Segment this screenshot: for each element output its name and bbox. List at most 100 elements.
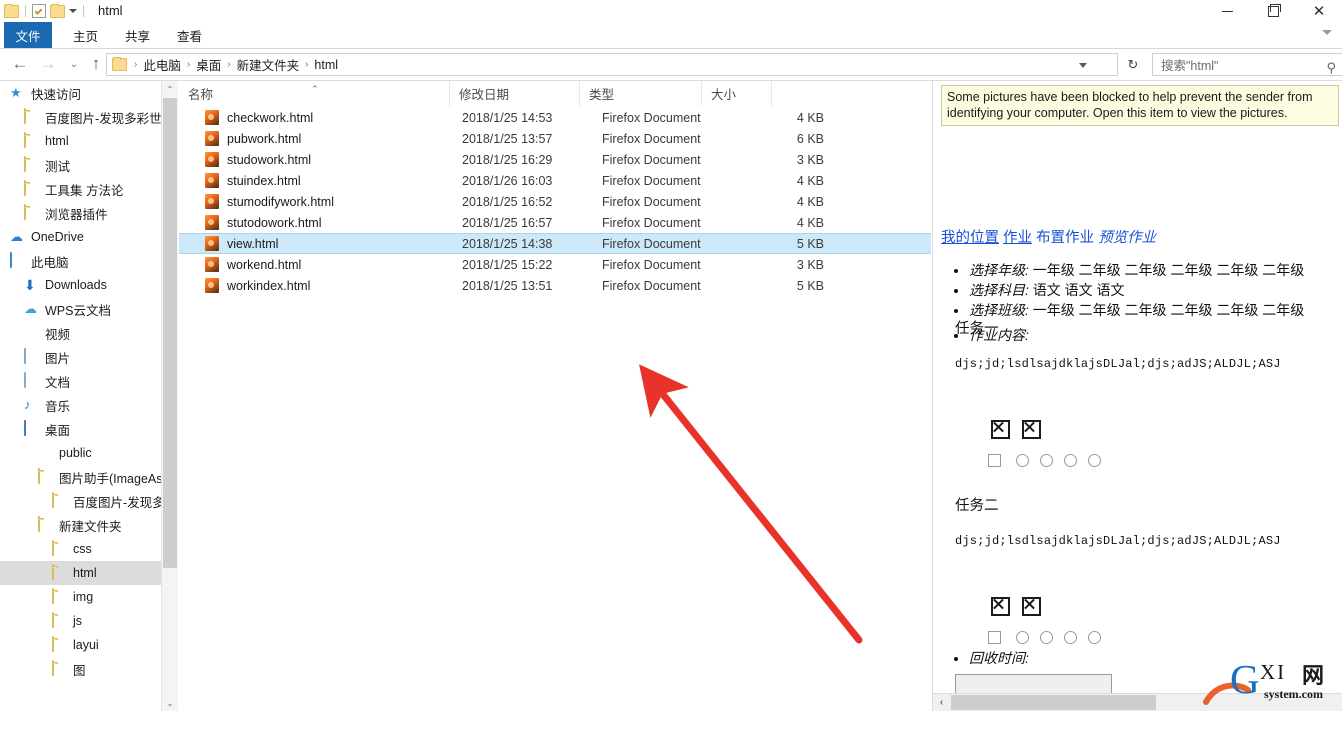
folder-icon	[24, 132, 40, 149]
file-name-cell: workend.html	[227, 257, 302, 272]
nav-item-label: js	[73, 614, 83, 628]
scroll-down-button[interactable]: ⌄	[162, 695, 178, 711]
nav-item-public[interactable]: public	[0, 441, 178, 465]
up-button[interactable]: ↑	[84, 52, 108, 76]
broken-image-icon[interactable]	[1022, 420, 1041, 439]
breadcrumb-item-newfolder[interactable]: 新建文件夹	[234, 55, 303, 74]
radio-task-one-1[interactable]	[1016, 454, 1029, 467]
divider	[83, 5, 84, 17]
column-header-date[interactable]: 修改日期	[449, 81, 579, 106]
nav-item--[interactable]: 此电脑	[0, 249, 178, 273]
nav-item--[interactable]: 测试	[0, 153, 178, 177]
nav-item--[interactable]: 浏览器插件	[0, 201, 178, 225]
radio-task-two-1[interactable]	[1016, 631, 1029, 644]
back-button[interactable]: ←	[8, 52, 32, 76]
table-row[interactable]: stumodifywork.html 2018/1/25 16:52 Firefox…	[179, 191, 931, 212]
nav-item--[interactable]: 百度图片-发现多彩世	[0, 489, 178, 513]
nav-item--[interactable]: 新建文件夹	[0, 513, 178, 537]
broken-image-icon[interactable]	[991, 597, 1010, 616]
radio-task-two-3[interactable]	[1064, 631, 1077, 644]
table-row[interactable]: studowork.html 2018/1/25 16:29 Firefox Doc…	[179, 149, 931, 170]
nav-item--imageassis[interactable]: 图片助手(ImageAssis	[0, 465, 178, 489]
scrollbar-thumb[interactable]	[951, 695, 1156, 710]
folder-icon[interactable]	[4, 3, 19, 18]
scroll-left-button[interactable]: ‹	[933, 694, 950, 711]
table-row[interactable]: view.html 2018/1/25 14:38 Firefox Document…	[179, 233, 931, 254]
file-type-cell: Firefox Document	[602, 194, 701, 209]
table-row[interactable]: stuindex.html 2018/1/26 16:03 Firefox Docu…	[179, 170, 931, 191]
search-input[interactable]: 搜索"html" ⚲	[1152, 53, 1342, 76]
broken-image-icon[interactable]	[1022, 597, 1041, 616]
tab-file[interactable]: 文件	[4, 22, 52, 48]
nav-item--[interactable]: 视频	[0, 321, 178, 345]
nav-item-onedrive[interactable]: ☁ OneDrive	[0, 225, 178, 249]
nav-item-html[interactable]: html	[0, 561, 178, 585]
nav-item-css[interactable]: css	[0, 537, 178, 561]
link-homework[interactable]: 作业	[1003, 230, 1032, 246]
scroll-up-button[interactable]: ⌃	[162, 81, 178, 97]
link-my-location[interactable]: 我的位置	[941, 230, 999, 246]
chevron-down-icon[interactable]	[1079, 63, 1087, 68]
firefox-document-icon	[205, 194, 219, 209]
breadcrumb-item-desktop[interactable]: 桌面	[193, 55, 224, 74]
file-type-cell: Firefox Document	[602, 152, 701, 167]
checkbox-task-one[interactable]	[988, 454, 1001, 467]
link-preview-homework[interactable]: 预览作业	[1098, 230, 1156, 246]
breadcrumb-item-this-pc[interactable]: 此电脑	[140, 55, 184, 74]
broken-image-icon[interactable]	[991, 420, 1010, 439]
breadcrumb[interactable]: › 此电脑 › 桌面 › 新建文件夹 › html	[106, 53, 1118, 76]
radio-task-one-2[interactable]	[1040, 454, 1053, 467]
new-folder-icon[interactable]	[50, 3, 65, 18]
table-row[interactable]: workend.html 2018/1/25 15:22 Firefox Docum…	[179, 254, 931, 275]
radio-task-one-4[interactable]	[1088, 454, 1101, 467]
nav-item--[interactable]: 工具集 方法论	[0, 177, 178, 201]
restore-button[interactable]	[1250, 0, 1296, 22]
nav-item--[interactable]: ♪ 音乐	[0, 393, 178, 417]
minimize-button[interactable]	[1204, 0, 1250, 22]
tab-view[interactable]: 查看	[168, 22, 211, 48]
close-button[interactable]: ✕	[1296, 0, 1342, 22]
nav-item-layui[interactable]: layui	[0, 633, 178, 657]
chevron-down-icon[interactable]	[1322, 30, 1332, 35]
properties-icon[interactable]	[32, 4, 46, 18]
radio-task-two-2[interactable]	[1040, 631, 1053, 644]
task-one-title: 任务一	[955, 321, 999, 337]
table-row[interactable]: workindex.html 2018/1/25 13:51 Firefox Doc…	[179, 275, 931, 296]
radio-task-two-4[interactable]	[1088, 631, 1101, 644]
navigation-scrollbar[interactable]: ⌃ ⌄	[161, 81, 178, 711]
nav-item--[interactable]: 图片	[0, 345, 178, 369]
nav-item-img[interactable]: img	[0, 585, 178, 609]
link-assign-homework[interactable]: 布置作业	[1036, 230, 1094, 246]
table-row[interactable]: pubwork.html 2018/1/25 13:57 Firefox Docum…	[179, 128, 931, 149]
tab-share[interactable]: 共享	[116, 22, 159, 48]
breadcrumb-item-html[interactable]: html	[311, 58, 341, 72]
customize-caret-icon[interactable]	[69, 9, 77, 13]
nav-item-wps-[interactable]: ☁ WPS云文档	[0, 297, 178, 321]
video-icon	[24, 325, 40, 341]
file-size-cell: 3 KB	[796, 257, 824, 272]
nav-item--[interactable]: 桌面	[0, 417, 178, 441]
folder-icon	[52, 588, 68, 605]
nav-item-html[interactable]: html	[0, 129, 178, 153]
synced-folder-icon	[38, 445, 54, 461]
nav-item--[interactable]: 文档	[0, 369, 178, 393]
table-row[interactable]: stutodowork.html 2018/1/25 16:57 Firefox D…	[179, 212, 931, 233]
tab-home[interactable]: 主页	[64, 22, 107, 48]
forward-button[interactable]: →	[36, 52, 60, 76]
nav-item--[interactable]: 百度图片-发现多彩世📌	[0, 105, 178, 129]
explorer-body: ★ 快速访问百度图片-发现多彩世📌 html 测试工具集 方法论浏览器插件 ☁ OneDr…	[0, 80, 1342, 711]
watermark: G XI 网 system.com	[1203, 654, 1340, 708]
column-header-size[interactable]: 大小	[701, 81, 771, 106]
column-header-type[interactable]: 类型	[579, 81, 701, 106]
checkbox-task-two[interactable]	[988, 631, 1001, 644]
recent-locations-button[interactable]: ⌄	[62, 52, 86, 76]
refresh-button[interactable]: ↻	[1122, 53, 1144, 76]
search-icon[interactable]: ⚲	[1326, 60, 1336, 76]
nav-item-js[interactable]: js	[0, 609, 178, 633]
radio-task-one-3[interactable]	[1064, 454, 1077, 467]
table-row[interactable]: checkwork.html 2018/1/25 14:53 Firefox Doc…	[179, 107, 931, 128]
nav-item--[interactable]: ★ 快速访问	[0, 81, 178, 105]
scrollbar-thumb[interactable]	[163, 98, 177, 568]
nav-item--[interactable]: 图	[0, 657, 178, 681]
nav-item-downloads[interactable]: ⬇ Downloads	[0, 273, 178, 297]
